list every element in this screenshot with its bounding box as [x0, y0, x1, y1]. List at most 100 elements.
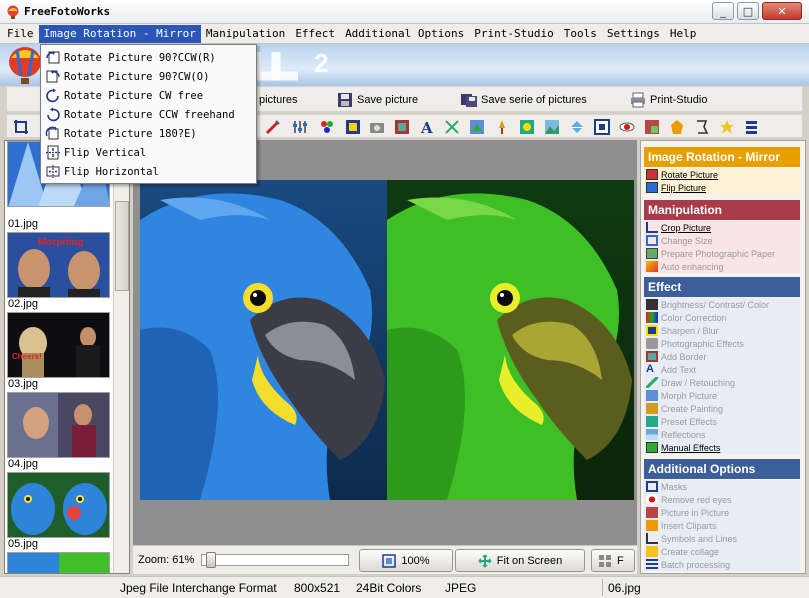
task-picture-in-picture-label: Picture in Picture	[661, 507, 730, 518]
task-photographic-paper-label: Prepare Photographic Paper	[661, 248, 776, 259]
task-brightness-contrast-label: Brightness/ Contrast/ Color	[661, 299, 770, 310]
thumbnail-06-image	[8, 553, 109, 573]
morph-icon[interactable]	[469, 119, 485, 135]
task-preset-effects[interactable]: Preset Effects	[644, 415, 800, 428]
menu-image-rotation[interactable]: Image Rotation - Mirror	[38, 24, 201, 43]
picture-in-picture-icon[interactable]	[644, 119, 660, 135]
task-crop-picture[interactable]: Crop Picture	[644, 221, 800, 234]
task-flip-picture[interactable]: Flip Picture	[644, 181, 800, 194]
task-reflections-label: Reflections	[661, 429, 706, 440]
task-photographic-paper[interactable]: Prepare Photographic Paper	[644, 247, 800, 260]
menu-tools[interactable]: Tools	[559, 25, 602, 43]
load-pictures-button[interactable]: pictures	[259, 90, 298, 110]
clipart-task-icon	[646, 520, 658, 531]
camera-icon[interactable]	[369, 119, 385, 135]
retouch-brush-icon[interactable]	[265, 119, 281, 135]
fullscreen-button[interactable]: F	[591, 549, 635, 572]
task-rotate-picture-label: Rotate Picture	[661, 169, 719, 180]
menu-manipulation[interactable]: Manipulation	[201, 25, 290, 43]
menu-rotate-180[interactable]: Rotate Picture 180?E)	[41, 124, 256, 143]
resize-icon	[646, 235, 658, 246]
task-create-painting[interactable]: Create Painting	[644, 402, 800, 415]
thumbnail-04-label: 04.jpg	[8, 458, 38, 470]
menu-rotate-90-ccw[interactable]: Rotate Picture 90?CCW(R)	[41, 48, 256, 67]
zoom-slider-handle[interactable]	[206, 552, 216, 568]
menu-flip-vertical[interactable]: Flip Vertical	[41, 143, 256, 162]
task-add-border[interactable]: Add Border	[644, 350, 800, 363]
thumbnail-04[interactable]	[7, 392, 110, 458]
menu-rotate-cw-free[interactable]: Rotate Picture CW free	[41, 86, 256, 105]
menu-rotate-ccw-freehand[interactable]: Rotate Picture CCW freehand	[41, 105, 256, 124]
menu-additional-options[interactable]: Additional Options	[340, 25, 469, 43]
task-batch-processing[interactable]: Batch processing	[644, 558, 800, 571]
task-symbols-lines[interactable]: Symbols and Lines	[644, 532, 800, 545]
close-button[interactable]: ✕	[762, 2, 802, 20]
task-rotate-picture[interactable]: Rotate Picture	[644, 168, 800, 181]
clipart-icon[interactable]	[669, 119, 685, 135]
menu-print-studio[interactable]: Print-Studio	[469, 25, 558, 43]
menu-settings[interactable]: Settings	[602, 25, 665, 43]
reflection-icon[interactable]	[569, 119, 585, 135]
add-text-icon[interactable]: A	[419, 119, 435, 135]
menu-rotate-90-cw[interactable]: Rotate Picture 90?CW(O)	[41, 67, 256, 86]
thumbnail-06[interactable]	[7, 552, 110, 573]
task-change-size[interactable]: Change Size	[644, 234, 800, 247]
menu-rotate-90-ccw-label: Rotate Picture 90?CCW(R)	[64, 51, 216, 64]
landscape-icon[interactable]	[544, 119, 560, 135]
sharpen-icon[interactable]	[345, 119, 361, 135]
draw-icon[interactable]	[444, 119, 460, 135]
scrollbar-thumb[interactable]	[115, 201, 129, 291]
task-brightness-contrast[interactable]: Brightness/ Contrast/ Color	[644, 298, 800, 311]
task-remove-red-eyes[interactable]: Remove red eyes	[644, 493, 800, 506]
task-auto-enhancing[interactable]: Auto enhancing	[644, 260, 800, 273]
fit-on-screen-button[interactable]: Fit on Screen	[455, 549, 585, 572]
mask-icon[interactable]	[594, 119, 610, 135]
menu-effect[interactable]: Effect	[290, 25, 340, 43]
task-reflections[interactable]: Reflections	[644, 428, 800, 441]
preset-effects-icon[interactable]	[519, 119, 535, 135]
menu-file[interactable]: File	[2, 25, 39, 43]
task-draw-retouching[interactable]: Draw / Retouching	[644, 376, 800, 389]
symbols-icon[interactable]	[694, 119, 710, 135]
task-color-correction[interactable]: Color Correction	[644, 311, 800, 324]
task-add-text[interactable]: A Add Text	[644, 363, 800, 376]
maximize-button[interactable]: □	[737, 2, 759, 20]
task-masks[interactable]: Masks	[644, 480, 800, 493]
star-icon[interactable]	[719, 119, 735, 135]
zoom-100-button[interactable]: 100%	[359, 549, 453, 572]
panel-header-rotation: Image Rotation - Mirror	[644, 147, 800, 167]
print-studio-button[interactable]: Print-Studio	[630, 90, 707, 110]
task-insert-cliparts[interactable]: Insert Cliparts	[644, 519, 800, 532]
batch-processing-icon[interactable]	[744, 119, 760, 135]
task-morph-picture[interactable]: Morph Picture	[644, 389, 800, 402]
minimize-button[interactable]: _	[712, 2, 734, 20]
task-create-collage[interactable]: Create collage	[644, 545, 800, 558]
levels-icon[interactable]	[292, 119, 308, 135]
app-balloon-icon	[7, 5, 19, 19]
task-photographic-effects[interactable]: Photographic Effects	[644, 337, 800, 350]
thumbnail-03[interactable]: Cheers!	[7, 312, 110, 378]
color-correction-icon[interactable]	[319, 119, 335, 135]
menu-help[interactable]: Help	[665, 25, 702, 43]
task-sharpen-blur[interactable]: Sharpen / Blur	[644, 324, 800, 337]
crop-tool-icon[interactable]	[13, 119, 29, 135]
thumbnail-02[interactable]: Morphing	[7, 232, 110, 298]
thumbnail-scrollbar[interactable]: ▲	[113, 141, 129, 573]
task-draw-retouching-label: Draw / Retouching	[661, 377, 736, 388]
parrot-comparison-image[interactable]	[140, 180, 634, 500]
rotate-picture-icon	[646, 169, 658, 180]
window-title: FreeFotoWorks	[24, 5, 111, 18]
thumbnail-02-label: 02.jpg	[8, 298, 38, 310]
add-border-icon[interactable]	[394, 119, 410, 135]
red-eye-icon[interactable]	[619, 119, 635, 135]
save-picture-button[interactable]: Save picture	[337, 90, 418, 110]
menu-flip-horizontal[interactable]: Flip Horizontal	[41, 162, 256, 181]
text-tool-icon: A	[646, 363, 654, 375]
print-studio-label: Print-Studio	[650, 94, 708, 106]
task-manual-effects[interactable]: Manual Effects	[644, 441, 800, 454]
painting-icon[interactable]	[494, 119, 510, 135]
save-serie-button[interactable]: Save serie of pictures	[461, 90, 587, 110]
zoom-slider[interactable]	[201, 552, 349, 568]
task-picture-in-picture[interactable]: Picture in Picture	[644, 506, 800, 519]
thumbnail-05[interactable]	[7, 472, 110, 538]
